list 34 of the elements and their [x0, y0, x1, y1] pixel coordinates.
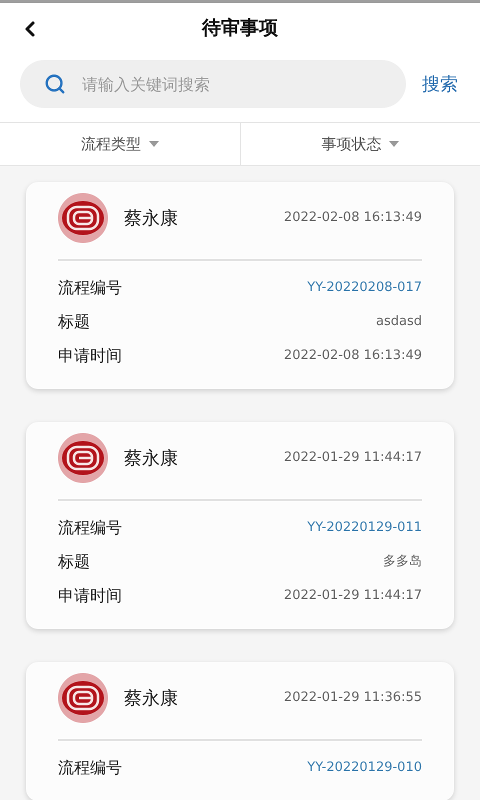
- card-time: 2022-01-29 11:36:55: [284, 689, 422, 708]
- process-number-link[interactable]: YY-20220208-017: [307, 278, 422, 298]
- field-value: asdasd: [376, 313, 422, 332]
- process-number-link[interactable]: YY-20220129-010: [307, 758, 422, 778]
- approval-card[interactable]: 蔡永康 2022-01-29 11:44:17 流程编号 YY-20220129-011 标题 多多岛 申请时间 2022-01-29 11:44:17: [26, 422, 454, 629]
- field-value: 2022-02-08 16:13:49: [284, 347, 422, 366]
- field-label: 标题: [58, 311, 90, 333]
- caret-down-icon: [389, 141, 400, 147]
- applicant-name: 蔡永康: [124, 686, 179, 710]
- filter-dropdown[interactable]: 流程类型: [80, 132, 159, 156]
- field-label: 流程编号: [58, 277, 122, 299]
- card-time: 2022-01-29 11:44:17: [284, 449, 422, 468]
- field-value: 2022-01-29 11:44:17: [284, 587, 422, 606]
- approval-card[interactable]: 蔡永康 2022-01-29 11:36:55 流程编号 YY-20220129-010: [26, 662, 454, 800]
- search-field[interactable]: 请输入关键词搜索: [20, 60, 406, 108]
- avatar-seal-icon: [58, 193, 108, 243]
- filter-dropdown[interactable]: 事项状态: [321, 132, 400, 156]
- caret-down-icon: [148, 141, 159, 147]
- card-time: 2022-02-08 16:13:49: [284, 209, 422, 228]
- field-label: 流程编号: [58, 517, 122, 539]
- applicant-name: 蔡永康: [124, 446, 179, 470]
- approval-card[interactable]: 蔡永康 2022-02-08 16:13:49 流程编号 YY-20220208-017 标题 asdasd 申请时间 2022-02-08 16:13:49: [26, 182, 454, 389]
- field-value: 多多岛: [383, 553, 422, 572]
- field-label: 申请时间: [58, 345, 122, 367]
- search-button[interactable]: 搜索: [422, 70, 460, 98]
- avatar-seal-icon: [58, 673, 108, 723]
- page-title: 待审事项: [202, 16, 278, 41]
- search-icon: [44, 73, 66, 95]
- process-number-link[interactable]: YY-20220129-011: [307, 518, 422, 538]
- applicant-name: 蔡永康: [124, 206, 179, 230]
- field-label: 标题: [58, 551, 90, 573]
- field-label: 流程编号: [58, 757, 122, 779]
- field-label: 申请时间: [58, 585, 122, 607]
- avatar-seal-icon: [58, 433, 108, 483]
